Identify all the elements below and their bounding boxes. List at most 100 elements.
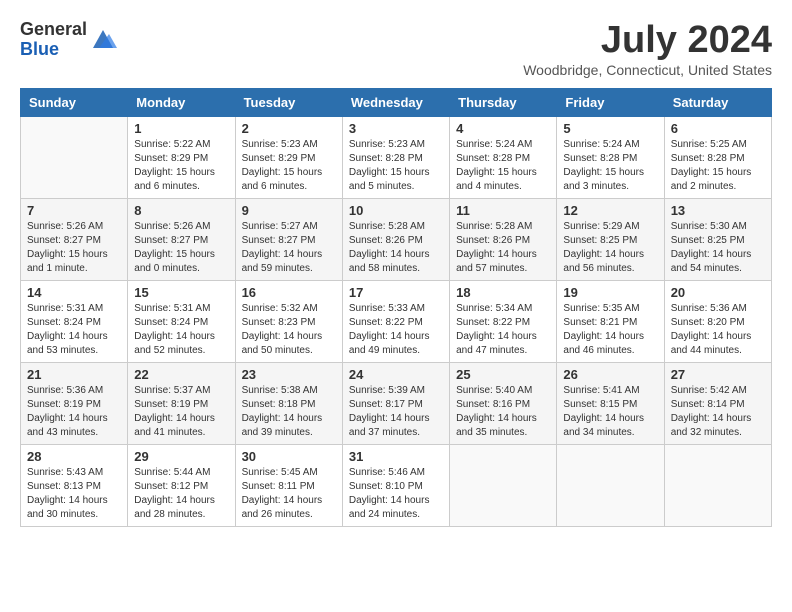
header-day-saturday: Saturday [664, 88, 771, 116]
calendar-cell: 28 Sunrise: 5:43 AM Sunset: 8:13 PM Dayli… [21, 444, 128, 526]
calendar-cell [557, 444, 664, 526]
day-number: 10 [349, 203, 443, 218]
header-row: SundayMondayTuesdayWednesdayThursdayFrid… [21, 88, 772, 116]
day-number: 31 [349, 449, 443, 464]
day-info: Sunrise: 5:36 AM Sunset: 8:20 PM Dayligh… [671, 302, 765, 358]
calendar-cell: 29 Sunrise: 5:44 AM Sunset: 8:12 PM Dayli… [128, 444, 235, 526]
calendar-cell: 10Sunrise: 5:28 AM Sunset: 8:26 PM Dayli… [342, 198, 449, 280]
day-number: 15 [134, 285, 228, 300]
calendar-cell: 31 Sunrise: 5:46 AM Sunset: 8:10 PM Dayli… [342, 444, 449, 526]
day-number: 11 [456, 203, 550, 218]
calendar-header: SundayMondayTuesdayWednesdayThursdayFrid… [21, 88, 772, 116]
day-number: 3 [349, 121, 443, 136]
day-info: Sunrise: 5:23 AM Sunset: 8:29 PM Dayligh… [242, 138, 336, 194]
calendar-cell: 3 Sunrise: 5:23 AM Sunset: 8:28 PM Daylig… [342, 116, 449, 198]
day-info: Sunrise: 5:35 AM Sunset: 8:21 PM Dayligh… [563, 302, 657, 358]
calendar-cell: 25 Sunrise: 5:40 AM Sunset: 8:16 PM Dayli… [450, 362, 557, 444]
calendar-cell: 5 Sunrise: 5:24 AM Sunset: 8:28 PM Daylig… [557, 116, 664, 198]
calendar-cell [21, 116, 128, 198]
calendar-cell: 16 Sunrise: 5:32 AM Sunset: 8:23 PM Dayli… [235, 280, 342, 362]
calendar-cell: 13 Sunrise: 5:30 AM Sunset: 8:25 PM Dayli… [664, 198, 771, 280]
day-info: Sunrise: 5:22 AM Sunset: 8:29 PM Dayligh… [134, 138, 228, 194]
day-number: 13 [671, 203, 765, 218]
week-row: 7 Sunrise: 5:26 AM Sunset: 8:27 PM Daylig… [21, 198, 772, 280]
day-info: Sunrise: 5:39 AM Sunset: 8:17 PM Dayligh… [349, 384, 443, 440]
header-day-thursday: Thursday [450, 88, 557, 116]
header-day-monday: Monday [128, 88, 235, 116]
day-info: Sunrise: 5:32 AM Sunset: 8:23 PM Dayligh… [242, 302, 336, 358]
day-number: 16 [242, 285, 336, 300]
calendar-cell: 6 Sunrise: 5:25 AM Sunset: 8:28 PM Daylig… [664, 116, 771, 198]
calendar-cell: 1 Sunrise: 5:22 AM Sunset: 8:29 PM Daylig… [128, 116, 235, 198]
calendar-cell: 26Sunrise: 5:41 AM Sunset: 8:15 PM Dayli… [557, 362, 664, 444]
day-info: Sunrise: 5:24 AM Sunset: 8:28 PM Dayligh… [456, 138, 550, 194]
location: Woodbridge, Connecticut, United States [523, 62, 772, 78]
logo-icon [89, 26, 117, 54]
day-info: Sunrise: 5:26 AM Sunset: 8:27 PM Dayligh… [27, 220, 121, 276]
day-number: 22 [134, 367, 228, 382]
day-number: 29 [134, 449, 228, 464]
day-info: Sunrise: 5:43 AM Sunset: 8:13 PM Dayligh… [27, 466, 121, 522]
day-info: Sunrise: 5:28 AM Sunset: 8:26 PM Dayligh… [456, 220, 550, 276]
day-info: Sunrise: 5:26 AM Sunset: 8:27 PM Dayligh… [134, 220, 228, 276]
day-number: 23 [242, 367, 336, 382]
calendar-cell: 22Sunrise: 5:37 AM Sunset: 8:19 PM Dayli… [128, 362, 235, 444]
calendar-cell: 19 Sunrise: 5:35 AM Sunset: 8:21 PM Dayli… [557, 280, 664, 362]
calendar-cell: 4 Sunrise: 5:24 AM Sunset: 8:28 PM Daylig… [450, 116, 557, 198]
page-header: General Blue July 2024 Woodbridge, Conne… [20, 20, 772, 78]
calendar-cell: 2 Sunrise: 5:23 AM Sunset: 8:29 PM Daylig… [235, 116, 342, 198]
day-info: Sunrise: 5:45 AM Sunset: 8:11 PM Dayligh… [242, 466, 336, 522]
calendar-cell: 11 Sunrise: 5:28 AM Sunset: 8:26 PM Dayli… [450, 198, 557, 280]
day-number: 12 [563, 203, 657, 218]
day-number: 9 [242, 203, 336, 218]
calendar-cell: 8Sunrise: 5:26 AM Sunset: 8:27 PM Daylig… [128, 198, 235, 280]
calendar-cell: 9 Sunrise: 5:27 AM Sunset: 8:27 PM Daylig… [235, 198, 342, 280]
calendar-cell: 21Sunrise: 5:36 AM Sunset: 8:19 PM Dayli… [21, 362, 128, 444]
day-number: 21 [27, 367, 121, 382]
calendar-cell [450, 444, 557, 526]
day-info: Sunrise: 5:40 AM Sunset: 8:16 PM Dayligh… [456, 384, 550, 440]
day-info: Sunrise: 5:38 AM Sunset: 8:18 PM Dayligh… [242, 384, 336, 440]
logo-general-text: General [20, 20, 87, 40]
week-row: 14Sunrise: 5:31 AM Sunset: 8:24 PM Dayli… [21, 280, 772, 362]
day-number: 1 [134, 121, 228, 136]
day-info: Sunrise: 5:44 AM Sunset: 8:12 PM Dayligh… [134, 466, 228, 522]
calendar-cell: 12Sunrise: 5:29 AM Sunset: 8:25 PM Dayli… [557, 198, 664, 280]
day-number: 26 [563, 367, 657, 382]
day-info: Sunrise: 5:33 AM Sunset: 8:22 PM Dayligh… [349, 302, 443, 358]
day-number: 30 [242, 449, 336, 464]
day-info: Sunrise: 5:27 AM Sunset: 8:27 PM Dayligh… [242, 220, 336, 276]
title-block: July 2024 Woodbridge, Connecticut, Unite… [523, 20, 772, 78]
calendar-cell: 17 Sunrise: 5:33 AM Sunset: 8:22 PM Dayli… [342, 280, 449, 362]
week-row: 28 Sunrise: 5:43 AM Sunset: 8:13 PM Dayli… [21, 444, 772, 526]
calendar-cell: 23 Sunrise: 5:38 AM Sunset: 8:18 PM Dayli… [235, 362, 342, 444]
day-number: 24 [349, 367, 443, 382]
day-info: Sunrise: 5:30 AM Sunset: 8:25 PM Dayligh… [671, 220, 765, 276]
day-number: 27 [671, 367, 765, 382]
day-number: 2 [242, 121, 336, 136]
day-number: 5 [563, 121, 657, 136]
day-info: Sunrise: 5:24 AM Sunset: 8:28 PM Dayligh… [563, 138, 657, 194]
day-info: Sunrise: 5:46 AM Sunset: 8:10 PM Dayligh… [349, 466, 443, 522]
day-number: 6 [671, 121, 765, 136]
day-number: 4 [456, 121, 550, 136]
day-number: 20 [671, 285, 765, 300]
day-number: 25 [456, 367, 550, 382]
calendar-cell: 27Sunrise: 5:42 AM Sunset: 8:14 PM Dayli… [664, 362, 771, 444]
header-day-tuesday: Tuesday [235, 88, 342, 116]
calendar-cell [664, 444, 771, 526]
day-number: 28 [27, 449, 121, 464]
calendar-cell: 18Sunrise: 5:34 AM Sunset: 8:22 PM Dayli… [450, 280, 557, 362]
calendar-cell: 20 Sunrise: 5:36 AM Sunset: 8:20 PM Dayli… [664, 280, 771, 362]
week-row: 1 Sunrise: 5:22 AM Sunset: 8:29 PM Daylig… [21, 116, 772, 198]
month-title: July 2024 [523, 20, 772, 62]
calendar-cell: 15Sunrise: 5:31 AM Sunset: 8:24 PM Dayli… [128, 280, 235, 362]
day-number: 7 [27, 203, 121, 218]
header-day-friday: Friday [557, 88, 664, 116]
day-number: 17 [349, 285, 443, 300]
calendar-table: SundayMondayTuesdayWednesdayThursdayFrid… [20, 88, 772, 527]
day-number: 19 [563, 285, 657, 300]
calendar-cell: 24 Sunrise: 5:39 AM Sunset: 8:17 PM Dayli… [342, 362, 449, 444]
day-info: Sunrise: 5:23 AM Sunset: 8:28 PM Dayligh… [349, 138, 443, 194]
day-info: Sunrise: 5:25 AM Sunset: 8:28 PM Dayligh… [671, 138, 765, 194]
